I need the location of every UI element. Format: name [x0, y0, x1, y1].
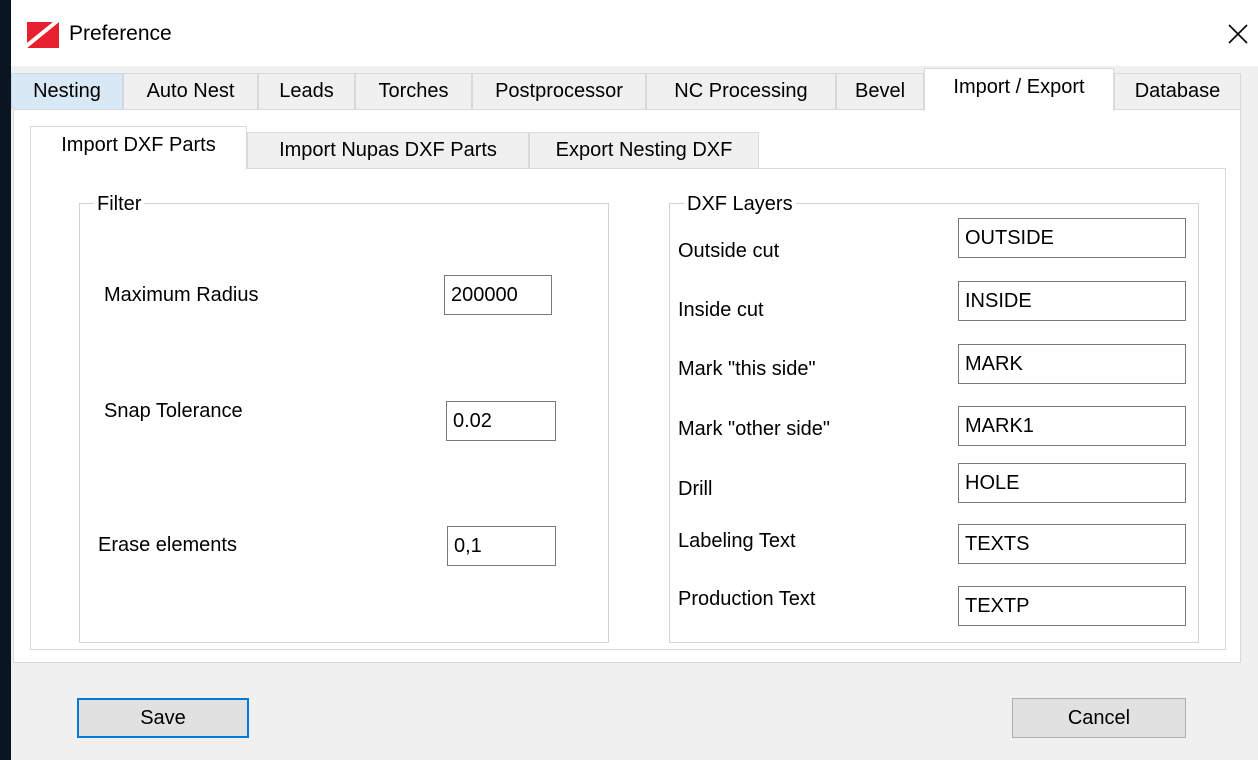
- import-export-panel: Import DXF Parts Import Nupas DXF Parts …: [13, 109, 1241, 663]
- drill-label: Drill: [678, 478, 713, 500]
- labeling-text-input[interactable]: [958, 524, 1186, 564]
- snap-tolerance-label: Snap Tolerance: [104, 400, 243, 422]
- subtab-import-nupas-dxf-parts[interactable]: Import Nupas DXF Parts: [247, 132, 529, 168]
- inside-cut-input[interactable]: [958, 281, 1186, 321]
- tab-import-export[interactable]: Import / Export: [924, 68, 1114, 111]
- save-button[interactable]: Save: [77, 698, 249, 738]
- tab-bevel[interactable]: Bevel: [836, 73, 924, 109]
- max-radius-label: Maximum Radius: [104, 284, 259, 306]
- import-dxf-parts-panel: Filter Maximum Radius Snap Tolerance Era…: [30, 168, 1226, 650]
- tab-database[interactable]: Database: [1114, 73, 1241, 109]
- dxf-layers-legend: DXF Layers: [684, 192, 796, 216]
- close-button[interactable]: [1218, 12, 1258, 56]
- window-title: Preference: [69, 22, 172, 45]
- subtab-import-dxf-parts[interactable]: Import DXF Parts: [30, 126, 247, 169]
- labeling-text-label: Labeling Text: [678, 530, 796, 552]
- mark-this-side-input[interactable]: [958, 344, 1186, 384]
- filter-group: Filter Maximum Radius Snap Tolerance Era…: [79, 192, 609, 643]
- tab-torches[interactable]: Torches: [355, 73, 472, 109]
- tab-nesting[interactable]: Nesting: [11, 73, 123, 109]
- close-icon: [1228, 24, 1248, 44]
- mark-other-side-input[interactable]: [958, 406, 1186, 446]
- tab-postprocessor[interactable]: Postprocessor: [472, 73, 646, 109]
- tab-auto-nest[interactable]: Auto Nest: [123, 73, 258, 109]
- erase-elements-label: Erase elements: [98, 534, 237, 556]
- app-logo-icon: [27, 22, 59, 48]
- production-text-input[interactable]: [958, 586, 1186, 626]
- outside-cut-input[interactable]: [958, 218, 1186, 258]
- subtab-export-nesting-dxf[interactable]: Export Nesting DXF: [529, 132, 759, 168]
- snap-tolerance-input[interactable]: [446, 401, 556, 441]
- drill-input[interactable]: [958, 463, 1186, 503]
- erase-elements-input[interactable]: [447, 526, 556, 566]
- main-tab-strip: Nesting Auto Nest Leads Torches Postproc…: [11, 68, 1258, 111]
- title-bar: Preference: [11, 0, 1258, 66]
- preference-dialog: Preference Nesting Auto Nest Leads Torch…: [11, 0, 1258, 760]
- inside-cut-label: Inside cut: [678, 299, 764, 321]
- production-text-label: Production Text: [678, 588, 816, 610]
- dxf-layers-group: DXF Layers Outside cut Inside cut Mark "…: [669, 192, 1199, 643]
- outside-cut-label: Outside cut: [678, 240, 780, 262]
- cancel-button[interactable]: Cancel: [1012, 698, 1186, 738]
- tab-leads[interactable]: Leads: [258, 73, 355, 109]
- mark-this-side-label: Mark "this side": [678, 358, 816, 380]
- tab-nc-processing[interactable]: NC Processing: [646, 73, 836, 109]
- mark-other-side-label: Mark "other side": [678, 418, 831, 440]
- filter-legend: Filter: [94, 192, 145, 216]
- max-radius-input[interactable]: [444, 275, 552, 315]
